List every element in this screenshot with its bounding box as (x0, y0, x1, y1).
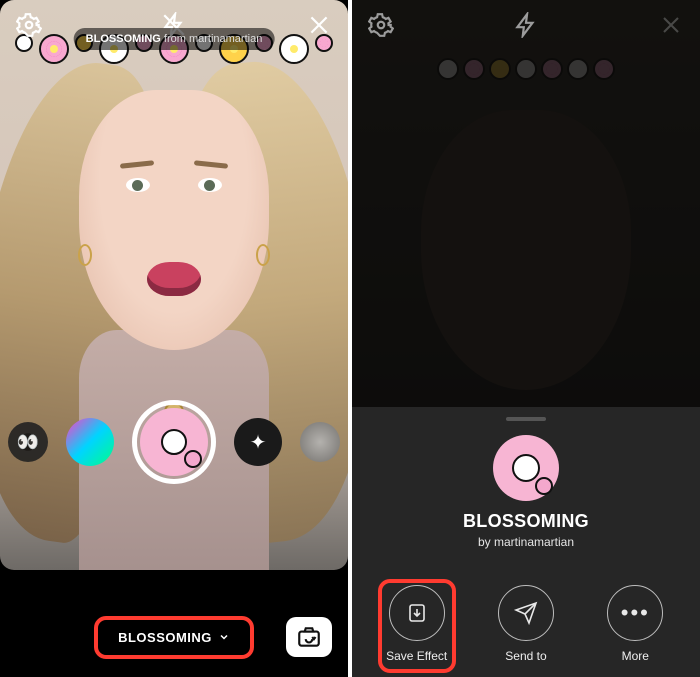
selected-effect-thumb (140, 408, 208, 476)
sheet-grabber[interactable] (506, 417, 546, 421)
effect-thumb[interactable] (300, 422, 340, 462)
earring (256, 244, 270, 266)
effect-bottom-sheet: BLOSSOMING by martinamartian Save Effect… (352, 407, 700, 677)
face (79, 90, 269, 350)
effect-author: martinamartian (494, 535, 574, 549)
gear-icon (368, 12, 394, 38)
effect-name-button[interactable]: BLOSSOMING (98, 620, 250, 655)
download-icon (405, 601, 429, 625)
settings-button[interactable] (14, 10, 44, 40)
close-icon (306, 12, 332, 38)
flip-camera-button[interactable] (286, 617, 332, 657)
filter-from-word: from (164, 33, 186, 45)
story-camera-screen: BLOSSOMING from martinamartian BLOSSOMIN… (0, 0, 348, 677)
camera-bottom-bar: BLOSSOMING (0, 597, 348, 677)
filter-name: BLOSSOMING (86, 33, 161, 45)
flower-icon (184, 450, 202, 468)
effect-title: BLOSSOMING (463, 511, 589, 532)
save-effect-button[interactable]: Save Effect (372, 585, 462, 663)
close-button[interactable] (304, 10, 334, 40)
chevron-down-icon (218, 631, 230, 643)
flip-camera-icon (296, 624, 322, 650)
effect-byline[interactable]: by martinamartian (478, 535, 574, 549)
effect-thumb[interactable] (234, 418, 282, 466)
flower-icon (512, 454, 540, 482)
close-icon (659, 13, 683, 37)
more-button[interactable]: ••• More (590, 585, 680, 663)
action-label: Save Effect (386, 649, 447, 663)
send-icon (514, 601, 538, 625)
flash-button[interactable] (511, 10, 541, 40)
settings-button[interactable] (366, 10, 396, 40)
gear-icon (16, 12, 42, 38)
action-label: Send to (505, 649, 546, 663)
effect-thumb[interactable] (8, 422, 48, 462)
action-circle (498, 585, 554, 641)
effect-name-label: BLOSSOMING (118, 630, 212, 645)
action-circle: ••• (607, 585, 663, 641)
close-button[interactable] (656, 10, 686, 40)
capture-button[interactable] (132, 400, 216, 484)
earring (78, 244, 92, 266)
filter-author: martinamartian (189, 33, 262, 45)
effect-carousel[interactable] (8, 400, 340, 484)
action-label: More (622, 649, 649, 663)
flower-icon (535, 477, 553, 495)
filter-attribution-pill[interactable]: BLOSSOMING from martinamartian (74, 28, 275, 50)
flash-icon (513, 12, 539, 38)
flower-icon (161, 429, 187, 455)
camera-viewport: BLOSSOMING from martinamartian (0, 0, 348, 570)
eye (198, 178, 222, 192)
mouth (147, 262, 201, 296)
send-to-button[interactable]: Send to (481, 585, 571, 663)
sheet-actions: Save Effect Send to ••• More (352, 585, 700, 663)
camera-top-bar (352, 10, 700, 40)
eye (126, 178, 150, 192)
effect-avatar[interactable] (493, 435, 559, 501)
effect-thumb[interactable] (66, 418, 114, 466)
action-circle (389, 585, 445, 641)
by-word: by (478, 535, 491, 549)
effect-sheet-screen: BLOSSOMING by martinamartian Save Effect… (352, 0, 700, 677)
